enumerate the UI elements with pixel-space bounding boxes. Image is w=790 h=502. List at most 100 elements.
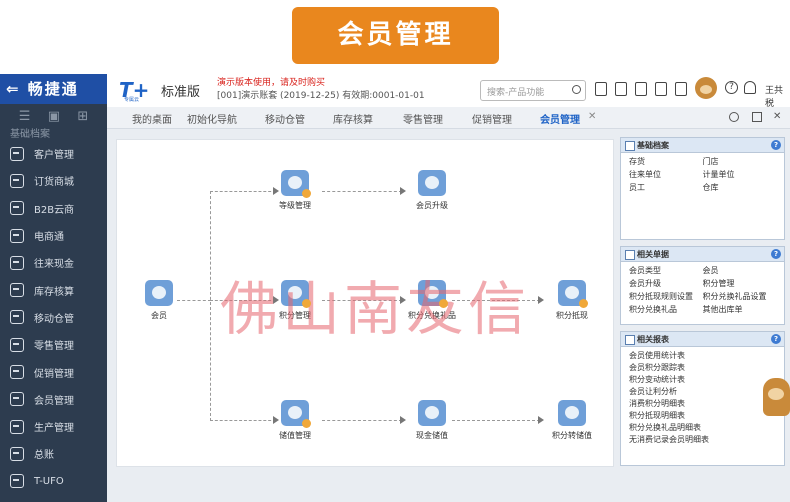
- cloud-shop-icon: [10, 201, 24, 216]
- link-store[interactable]: 门店: [703, 156, 777, 168]
- link-report[interactable]: 积分抵现明细表: [629, 410, 776, 422]
- user-name[interactable]: 王共税: [765, 83, 790, 109]
- sidebar-item-b2b[interactable]: B2B云商: [0, 195, 107, 222]
- trial-warning[interactable]: 演示版本使用，请及时购买: [217, 75, 325, 88]
- help-icon[interactable]: ?: [771, 334, 781, 344]
- edition-label: 标准版: [161, 85, 201, 100]
- checklist-icon[interactable]: [615, 82, 627, 96]
- mascot-icon[interactable]: [763, 378, 790, 416]
- search-icon[interactable]: [572, 85, 581, 94]
- node-cash-store[interactable]: 现金储值: [402, 400, 462, 441]
- tab-mobile-warehouse[interactable]: 移动仓管: [265, 111, 305, 126]
- ecommerce-icon: [10, 228, 24, 243]
- stored-cash-connector: [322, 420, 402, 421]
- production-icon: [10, 419, 24, 434]
- link-member[interactable]: 会员: [703, 265, 777, 277]
- fullscreen-icon[interactable]: [752, 112, 762, 122]
- help-icon[interactable]: ?: [771, 140, 781, 150]
- collapse-icon[interactable]: ▣: [48, 109, 60, 124]
- node-member-upgrade[interactable]: 会员升级: [402, 170, 462, 211]
- header-icon-bar: [595, 82, 687, 96]
- link-report[interactable]: 会员让利分析: [629, 386, 776, 398]
- sidebar-item-order-mall[interactable]: 订货商城: [0, 167, 107, 194]
- panel-links: 会员类型 会员 会员升级 积分管理 积分抵现规则设置 积分兑换礼品设置 积分兑换…: [621, 262, 784, 319]
- mascot-icon[interactable]: [695, 77, 717, 99]
- tab-member-management[interactable]: 会员管理: [540, 111, 580, 131]
- link-redeem-gift[interactable]: 积分兑换礼品: [629, 304, 703, 316]
- retail-icon: [10, 337, 24, 352]
- link-other-outbound[interactable]: 其他出库单: [703, 304, 777, 316]
- search-input[interactable]: 搜索-产品功能: [480, 80, 586, 101]
- panel-related-docs: 相关单据? 会员类型 会员 会员升级 积分管理 积分抵现规则设置 积分兑换礼品设…: [620, 246, 785, 325]
- ledger-icon: [10, 446, 24, 461]
- link-member-type[interactable]: 会员类型: [629, 265, 703, 277]
- node-member[interactable]: 会员: [129, 280, 189, 321]
- cash-register-icon: [418, 400, 446, 426]
- level-upgrade-connector: [322, 191, 402, 192]
- link-points-management[interactable]: 积分管理: [703, 278, 777, 290]
- node-points-to-store[interactable]: 积分转储值: [542, 400, 602, 441]
- link-report[interactable]: 积分兑换礼品明细表: [629, 422, 776, 434]
- mobile-icon[interactable]: [595, 82, 607, 96]
- account-info: [001]演示账套 (2019-12-25) 有效期:0001-01-01: [217, 91, 425, 101]
- node-level-management[interactable]: 等级管理: [265, 170, 325, 211]
- sidebar-item-inventory[interactable]: 库存核算: [0, 276, 107, 303]
- sidebar-item-customer[interactable]: 客户管理: [0, 140, 107, 167]
- top-header: T+ 专属云 标准版 演示版本使用，请及时购买 [001]演示账套 (2019-…: [107, 74, 790, 109]
- sidebar-item-ledger[interactable]: 总账: [0, 440, 107, 467]
- link-member-upgrade[interactable]: 会员升级: [629, 278, 703, 290]
- tab-retail[interactable]: 零售管理: [403, 111, 443, 126]
- card-icon: [281, 400, 311, 428]
- link-report[interactable]: 积分变动统计表: [629, 374, 776, 386]
- tab-promotion[interactable]: 促销管理: [472, 111, 512, 126]
- link-report[interactable]: 无消费记录会员明细表: [629, 434, 776, 446]
- menu-icon[interactable]: ☰: [19, 109, 31, 124]
- help-icon[interactable]: ?: [725, 81, 738, 94]
- link-staff[interactable]: 员工: [629, 182, 703, 194]
- link-gift-settings[interactable]: 积分兑换礼品设置: [703, 291, 777, 303]
- node-stored-value[interactable]: 储值管理: [265, 400, 325, 441]
- sidebar-brand[interactable]: ⇐ 畅捷通: [0, 74, 107, 104]
- sidebar-item-mobile-warehouse[interactable]: 移动仓管: [0, 304, 107, 331]
- sidebar-item-ecommerce[interactable]: 电商通: [0, 222, 107, 249]
- sidebar-item-basic-archive[interactable]: 基础档案: [0, 128, 107, 140]
- link-partners[interactable]: 往来单位: [629, 169, 703, 181]
- phone-icon[interactable]: [675, 82, 687, 96]
- close-icon[interactable]: ✕: [588, 111, 596, 122]
- ufo-icon: [10, 474, 24, 489]
- message-icon[interactable]: [635, 82, 647, 96]
- link-deduct-rules[interactable]: 积分抵现规则设置: [629, 291, 703, 303]
- sidebar-item-cash[interactable]: 往来现金: [0, 249, 107, 276]
- trunk-connector: [210, 191, 211, 421]
- sidebar-item-production[interactable]: 生产管理: [0, 413, 107, 440]
- bell-icon[interactable]: [655, 82, 667, 96]
- sidebar-toolbar: ☰ ▣ ⊞: [0, 104, 107, 128]
- cart-icon: [10, 173, 24, 188]
- sidebar-item-retail[interactable]: 零售管理: [0, 331, 107, 358]
- tab-my-desktop[interactable]: 我的桌面: [132, 111, 172, 126]
- watermark: 佛山南友信: [220, 275, 531, 343]
- pin-icon[interactable]: ⊞: [77, 109, 88, 124]
- customer-icon: [10, 146, 24, 161]
- link-report[interactable]: 消费积分明细表: [629, 398, 776, 410]
- link-report[interactable]: 会员使用统计表: [629, 350, 776, 362]
- tab-close-all-icon[interactable]: ✕: [773, 112, 783, 122]
- sidebar-item-member[interactable]: 会员管理: [0, 386, 107, 413]
- panel-basic-archive: 基础档案? 存货 门店 往来单位 计量单位 员工 仓库: [620, 137, 785, 240]
- sidebar-item-promotion[interactable]: 促销管理: [0, 358, 107, 385]
- screenshot-root: 会员管理 ⇐ 畅捷通 ☰ ▣ ⊞ 基础档案 客户管理 订货商城 B2B云商 电商…: [0, 0, 790, 502]
- panel-links: 存货 门店 往来单位 计量单位 员工 仓库: [621, 153, 784, 197]
- link-report[interactable]: 会员积分跟踪表: [629, 362, 776, 374]
- panel-links: 会员使用统计表 会员积分跟踪表 积分变动统计表 会员让利分析 消费积分明细表 积…: [621, 347, 784, 449]
- tab-inventory[interactable]: 库存核算: [333, 111, 373, 126]
- sidebar: ⇐ 畅捷通 ☰ ▣ ⊞ 基础档案 客户管理 订货商城 B2B云商 电商通 往来现…: [0, 74, 107, 502]
- user-icon[interactable]: [744, 81, 756, 94]
- link-warehouse[interactable]: 仓库: [703, 182, 777, 194]
- sidebar-item-tufo[interactable]: T-UFO: [0, 468, 107, 495]
- node-points-deduct[interactable]: 积分抵现: [542, 280, 602, 321]
- link-units[interactable]: 计量单位: [703, 169, 777, 181]
- help-icon[interactable]: ?: [771, 249, 781, 259]
- tab-search-icon[interactable]: [729, 112, 739, 122]
- link-inventory[interactable]: 存货: [629, 156, 703, 168]
- tab-init-nav[interactable]: 初始化导航: [187, 111, 237, 126]
